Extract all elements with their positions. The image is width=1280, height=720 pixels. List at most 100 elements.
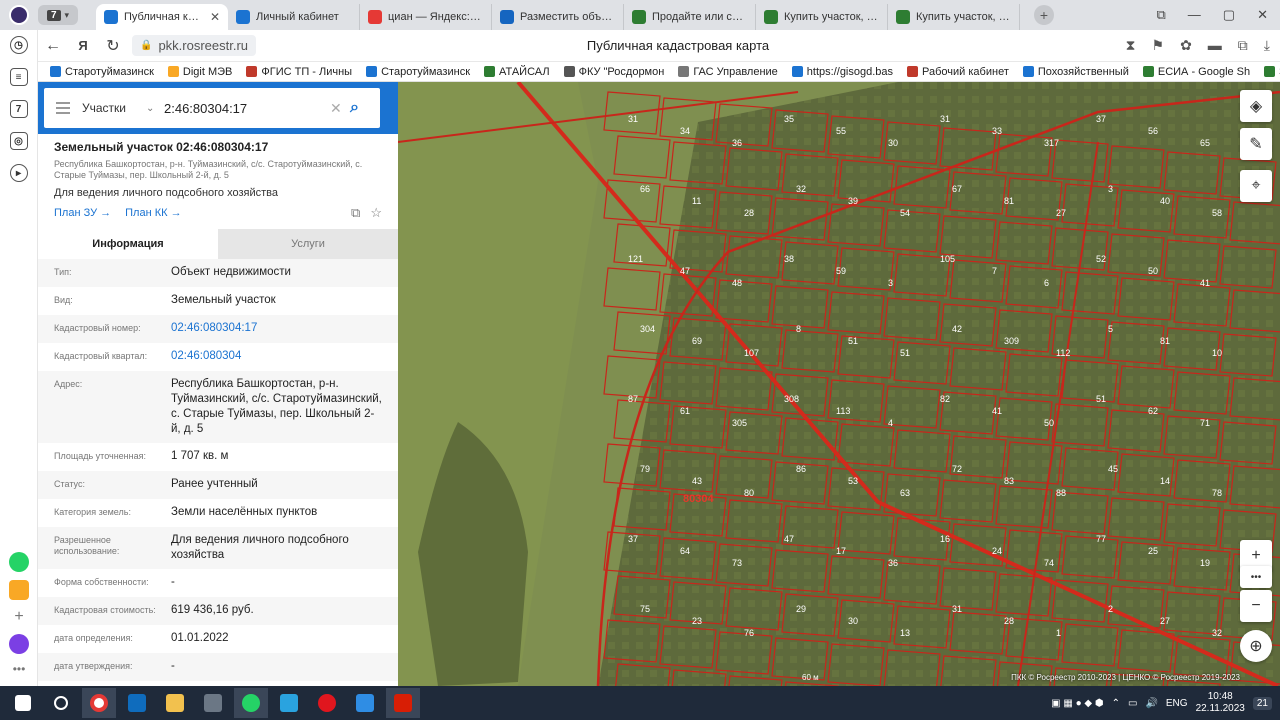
attribute-value: - — [171, 660, 175, 672]
bookmark-item[interactable]: Старотуймазинск — [366, 66, 470, 78]
bookmark-item[interactable]: ФГИС ТП - Личны — [246, 66, 352, 78]
maps-icon[interactable] — [348, 688, 382, 718]
bookmark-item[interactable]: Похозяйственный — [1022, 66, 1129, 78]
new-tab-button[interactable]: + — [1034, 5, 1054, 25]
url-field[interactable]: 🔒 pkk.rosreestr.ru — [132, 35, 257, 56]
whatsapp-icon[interactable] — [9, 552, 29, 572]
tab-label: Личный кабинет — [256, 11, 339, 23]
outlook-icon[interactable] — [120, 688, 154, 718]
menu-icon[interactable] — [44, 102, 82, 114]
extension-icon[interactable]: ✿ — [1180, 37, 1192, 54]
maximize-icon[interactable]: ▢ — [1223, 7, 1235, 23]
browser-tab[interactable]: Продайте или сдайт — [624, 4, 756, 30]
parcel-number: 305 — [732, 418, 747, 428]
opera-icon[interactable] — [310, 688, 344, 718]
browser-profile-avatar[interactable] — [0, 5, 38, 25]
close-tab-icon[interactable]: ✕ — [210, 10, 220, 24]
clock[interactable]: 10:48 22.11.2023 — [1196, 691, 1245, 715]
parcel-number: 304 — [640, 324, 655, 334]
downloads-icon[interactable]: ▬ — [1208, 37, 1222, 54]
more-icon[interactable]: ••• — [13, 662, 26, 676]
map-scale: 60 м — [802, 673, 819, 682]
back-icon[interactable]: ← — [38, 37, 68, 55]
attribute-key: Тип: — [54, 267, 72, 277]
parcel-number: 27 — [1160, 616, 1170, 626]
bookmark-item[interactable]: Digit МЭВ — [167, 66, 232, 78]
attributes-list: Тип: Объект недвижимости Вид: Земельный уча… — [38, 259, 398, 681]
zoom-more-button[interactable]: ••• — [1240, 566, 1272, 588]
close-window-icon[interactable]: ✕ — [1257, 7, 1268, 23]
bookmark-item[interactable]: АТАЙСАЛ — [484, 66, 550, 78]
plan-kk-link[interactable]: План КК → — [125, 207, 181, 219]
bookmark-label: ЕСИА - Google Sh — [1157, 65, 1251, 78]
bookmark-item[interactable]: ЕСИА - Google Sh — [1142, 65, 1251, 78]
browser-tab[interactable]: Личный кабинет — [228, 4, 360, 30]
minimize-icon[interactable]: — — [1188, 7, 1201, 23]
download-icon[interactable]: ⤓ — [1264, 37, 1270, 54]
restore-tabs-icon[interactable]: ⧉ — [1157, 7, 1166, 23]
whatsapp-icon[interactable] — [234, 688, 268, 718]
bookmark-item[interactable]: ГАС Управление — [678, 66, 778, 78]
star-icon[interactable]: ☆ — [370, 205, 382, 221]
layers-icon[interactable]: ◈ — [1240, 90, 1272, 122]
collections-icon[interactable]: ≡ — [9, 68, 28, 86]
play-icon[interactable]: ▸ — [9, 164, 28, 182]
acrobat-icon[interactable] — [386, 688, 420, 718]
network-icon[interactable]: ▭ — [1128, 698, 1137, 709]
tab-information[interactable]: Информация — [38, 229, 218, 259]
search-doc-icon[interactable]: ⧉ — [351, 205, 360, 221]
windows-start-icon[interactable] — [6, 688, 40, 718]
clear-icon[interactable]: ✕ — [330, 100, 350, 117]
bookmark-item[interactable]: Рабочий кабинет — [907, 66, 1009, 78]
yandex-icon[interactable]: Я — [68, 38, 98, 53]
bookmark-item[interactable]: ФКУ "Росдормон — [563, 66, 664, 78]
browser-tab[interactable]: Купить участок, 17 с — [888, 4, 1020, 30]
reload-icon[interactable]: ↻ — [98, 36, 128, 56]
compass-icon[interactable]: ⊕ — [1240, 630, 1272, 662]
parcel-number: 27 — [1056, 208, 1066, 218]
browser-tab[interactable]: циан — Яндекс: наш — [360, 4, 492, 30]
add-icon[interactable]: + — [14, 608, 23, 626]
tab-counter[interactable]: 7 ▾ — [38, 5, 78, 25]
tray-icons[interactable]: ▣ ▦ ● ◆ ⬢ — [1051, 698, 1103, 709]
history-icon[interactable]: ◷ — [9, 36, 28, 54]
tab-services[interactable]: Услуги — [218, 229, 398, 259]
mail-icon[interactable] — [9, 580, 29, 600]
chevron-down-icon[interactable]: ⌄ — [146, 103, 164, 114]
volume-icon[interactable]: 🔊 — [1145, 698, 1157, 709]
keyboard-lang[interactable]: ENG — [1166, 698, 1188, 709]
bookmark-favicon-icon — [563, 66, 575, 77]
bookmark-item[interactable]: Старотуймазинск — [50, 66, 154, 78]
attribute-value: 619 436,16 руб. — [171, 604, 254, 616]
telegram-icon[interactable] — [272, 688, 306, 718]
search-input[interactable]: 2:46:80304:17 — [164, 101, 330, 116]
file-explorer-icon[interactable] — [158, 688, 192, 718]
alice-icon[interactable] — [9, 634, 29, 654]
browser-tab[interactable]: Купить участок, 10 с — [756, 4, 888, 30]
attribute-value[interactable]: 02:46:080304:17 — [171, 321, 382, 337]
browser-tab[interactable]: Разместить объявле — [492, 4, 624, 30]
search-icon[interactable] — [44, 688, 78, 718]
chevron-up-icon[interactable]: ⌃ — [1112, 698, 1120, 709]
search-icon[interactable]: ⌕ — [350, 99, 380, 117]
camera-icon[interactable]: ◎ — [9, 132, 28, 150]
plan-zu-link[interactable]: План ЗУ → — [54, 207, 111, 219]
zoom-out-button[interactable]: − — [1240, 590, 1272, 622]
locate-icon[interactable]: ⌖ — [1240, 170, 1272, 202]
translate-icon[interactable]: ⧗ — [1126, 37, 1136, 54]
cadastral-map[interactable]: 31 34 36 35 55 30 31 33 317 37 56 65 66 11 28 32 39 54 67 8… — [398, 82, 1280, 686]
search-type-select[interactable]: Участки — [82, 101, 146, 115]
yandex-browser-icon[interactable] — [82, 688, 116, 718]
parcel-number: 86 — [796, 464, 806, 474]
tabs-icon[interactable]: 7 — [9, 100, 28, 118]
bookmark-item[interactable]: https://gisogd.bas — [791, 66, 893, 78]
attribute-value[interactable]: 02:46:080304 — [171, 349, 382, 365]
calculator-icon[interactable] — [196, 688, 230, 718]
bookmark-item[interactable]: Земл — [1264, 66, 1280, 78]
notification-count[interactable]: 21 — [1252, 696, 1272, 710]
ruler-icon[interactable]: ✎ — [1240, 128, 1272, 160]
browser-tab[interactable]: Публичная кадаст ✕ — [96, 4, 228, 30]
bookmark-icon[interactable]: ⚑ — [1152, 37, 1165, 54]
share-icon[interactable]: ⧉ — [1238, 37, 1248, 54]
favicon-icon — [368, 10, 382, 24]
